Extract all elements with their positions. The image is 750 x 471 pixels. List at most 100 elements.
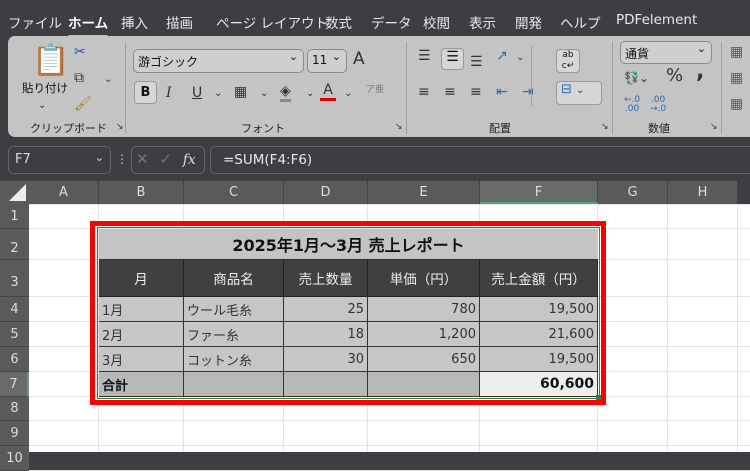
tab-7[interactable]: 校閲 (423, 12, 450, 32)
cut-icon[interactable]: ✂ (74, 44, 86, 60)
formula-buttons: ✕ ✓ fx (131, 146, 205, 174)
column-header-D[interactable]: D (284, 181, 368, 204)
tab-4[interactable]: ページ レイアウト (216, 12, 328, 32)
row-header-4[interactable]: 4 (0, 297, 29, 322)
cancel-icon[interactable]: ✕ (136, 150, 149, 168)
phonetic-icon[interactable]: ア亜 (366, 82, 384, 98)
row-header-5[interactable]: 5 (0, 322, 29, 347)
divider (406, 42, 407, 134)
wrap-text-button[interactable]: ab c↵ (556, 49, 580, 73)
tab-5[interactable]: 数式 (325, 12, 352, 32)
gridline (29, 445, 750, 446)
cell-styles-icon[interactable]: ▦ (730, 96, 743, 112)
insert-function-button[interactable]: fx (183, 152, 196, 168)
borders-dropdown-icon[interactable]: ⌄ (260, 86, 268, 102)
align-middle-button[interactable]: ☰ (441, 48, 464, 70)
enter-icon[interactable]: ✓ (159, 150, 172, 168)
tab-0[interactable]: ファイル (8, 12, 62, 32)
row-header-6[interactable]: 6 (0, 347, 29, 372)
align-top-icon[interactable]: ☰ (418, 48, 431, 64)
align-left-icon[interactable]: ≡ (418, 84, 430, 100)
font-color-dropdown-icon[interactable]: ⌄ (344, 86, 352, 102)
underline-dropdown-icon[interactable]: ⌄ (214, 86, 222, 102)
copy-dropdown-icon[interactable]: ⌄ (104, 72, 112, 88)
comma-button[interactable]: , (696, 61, 704, 83)
number-launcher-icon[interactable]: ↘ (710, 122, 718, 132)
tab-8[interactable]: 表示 (469, 12, 496, 32)
merge-center-button[interactable]: ⊟ ⌄ (556, 81, 602, 105)
column-header-B[interactable]: B (99, 181, 184, 204)
paste-dropdown-icon[interactable]: ⌄ (38, 98, 46, 114)
grow-font-icon[interactable]: A (353, 51, 365, 68)
row-header-7[interactable]: 7 (0, 372, 29, 397)
row-header-3[interactable]: 3 (0, 260, 29, 297)
align-bottom-icon[interactable]: ☰ (470, 54, 483, 70)
orientation-icon[interactable]: ↗ (496, 48, 508, 64)
conditional-format-icon[interactable]: ▦ (730, 44, 743, 60)
column-header-G[interactable]: G (598, 181, 668, 204)
clipboard-group-label: クリップボード (30, 122, 107, 135)
row-header-1[interactable]: 1 (0, 204, 29, 229)
font-name-dropdown[interactable]: 游ゴシック (133, 49, 304, 73)
font-launcher-icon[interactable]: ↘ (395, 122, 403, 132)
gridline (667, 204, 668, 452)
name-box[interactable]: F7 ⌄ (8, 146, 111, 174)
orientation-dropdown-icon[interactable]: ⌄ (516, 50, 524, 66)
borders-icon[interactable]: ▦ (234, 84, 247, 100)
paste-icon[interactable]: 📋 (32, 44, 69, 78)
increase-decimal-icon[interactable]: ←.0.00 (624, 96, 640, 114)
name-box-value: F7 (15, 152, 31, 167)
font-group-label: フォント (241, 122, 285, 135)
gridline (29, 420, 750, 421)
bold-button[interactable]: B (134, 81, 157, 104)
tab-3[interactable]: 描画 (166, 12, 193, 32)
tab-6[interactable]: データ (371, 12, 412, 32)
gridline (737, 204, 738, 452)
format-painter-icon[interactable]: 🖌 (74, 96, 92, 112)
tab-10[interactable]: ヘルプ (560, 12, 601, 32)
column-header-A[interactable]: A (29, 181, 99, 204)
row-header-8[interactable]: 8 (0, 397, 29, 421)
select-all-button[interactable] (0, 181, 29, 204)
font-size-dropdown[interactable]: 11 (307, 49, 347, 73)
percent-button[interactable]: % (666, 67, 683, 85)
align-center-icon[interactable]: ≡ (444, 84, 456, 100)
fill-color-dropdown-icon[interactable]: ⌄ (306, 86, 314, 102)
more-icon[interactable]: ⋮ (116, 152, 128, 166)
divider (125, 42, 126, 134)
fill-color-icon[interactable]: ◈ (280, 83, 291, 102)
number-group-label: 数値 (648, 122, 670, 135)
formula-input[interactable]: =SUM(F4:F6) (210, 146, 750, 174)
tab-11[interactable]: PDFelement (616, 12, 697, 28)
formula-bar-area: F7 ⌄ ⋮ ✕ ✓ fx =SUM(F4:F6) (0, 140, 750, 181)
decrease-decimal-icon[interactable]: .00 →.0 (650, 96, 666, 114)
column-header-E[interactable]: E (368, 181, 480, 204)
paste-button[interactable]: 貼り付け (22, 80, 68, 96)
copy-icon[interactable]: ⧉ (74, 70, 84, 86)
clipboard-launcher-icon[interactable]: ↘ (116, 122, 124, 132)
row-header-2[interactable]: 2 (0, 229, 29, 260)
format-as-table-icon[interactable]: ▦ (730, 70, 743, 86)
column-header-F[interactable]: F (480, 181, 598, 204)
divider (721, 42, 722, 134)
divider (531, 46, 532, 106)
column-header-H[interactable]: H (668, 181, 738, 204)
font-color-icon[interactable]: A (320, 82, 336, 101)
tab-1[interactable]: ホーム (68, 12, 109, 38)
align-right-icon[interactable]: ≡ (470, 84, 482, 100)
decrease-indent-icon[interactable]: ⇤ (496, 84, 508, 100)
row-header-10[interactable]: 10 (0, 446, 29, 471)
divider (612, 42, 613, 134)
column-header-C[interactable]: C (184, 181, 284, 204)
chevron-down-icon[interactable]: ⌄ (95, 151, 104, 164)
formula-text: =SUM(F4:F6) (223, 152, 313, 168)
highlight-box (90, 221, 606, 405)
underline-button[interactable]: U (192, 85, 202, 101)
italic-button[interactable]: I (166, 85, 172, 101)
tab-2[interactable]: 挿入 (121, 12, 148, 32)
alignment-launcher-icon[interactable]: ↘ (601, 122, 609, 132)
tab-9[interactable]: 開発 (515, 12, 542, 32)
row-header-9[interactable]: 9 (0, 421, 29, 446)
alignment-group-label: 配置 (489, 122, 511, 135)
accounting-format-icon[interactable]: 💱⌄ (624, 70, 649, 86)
